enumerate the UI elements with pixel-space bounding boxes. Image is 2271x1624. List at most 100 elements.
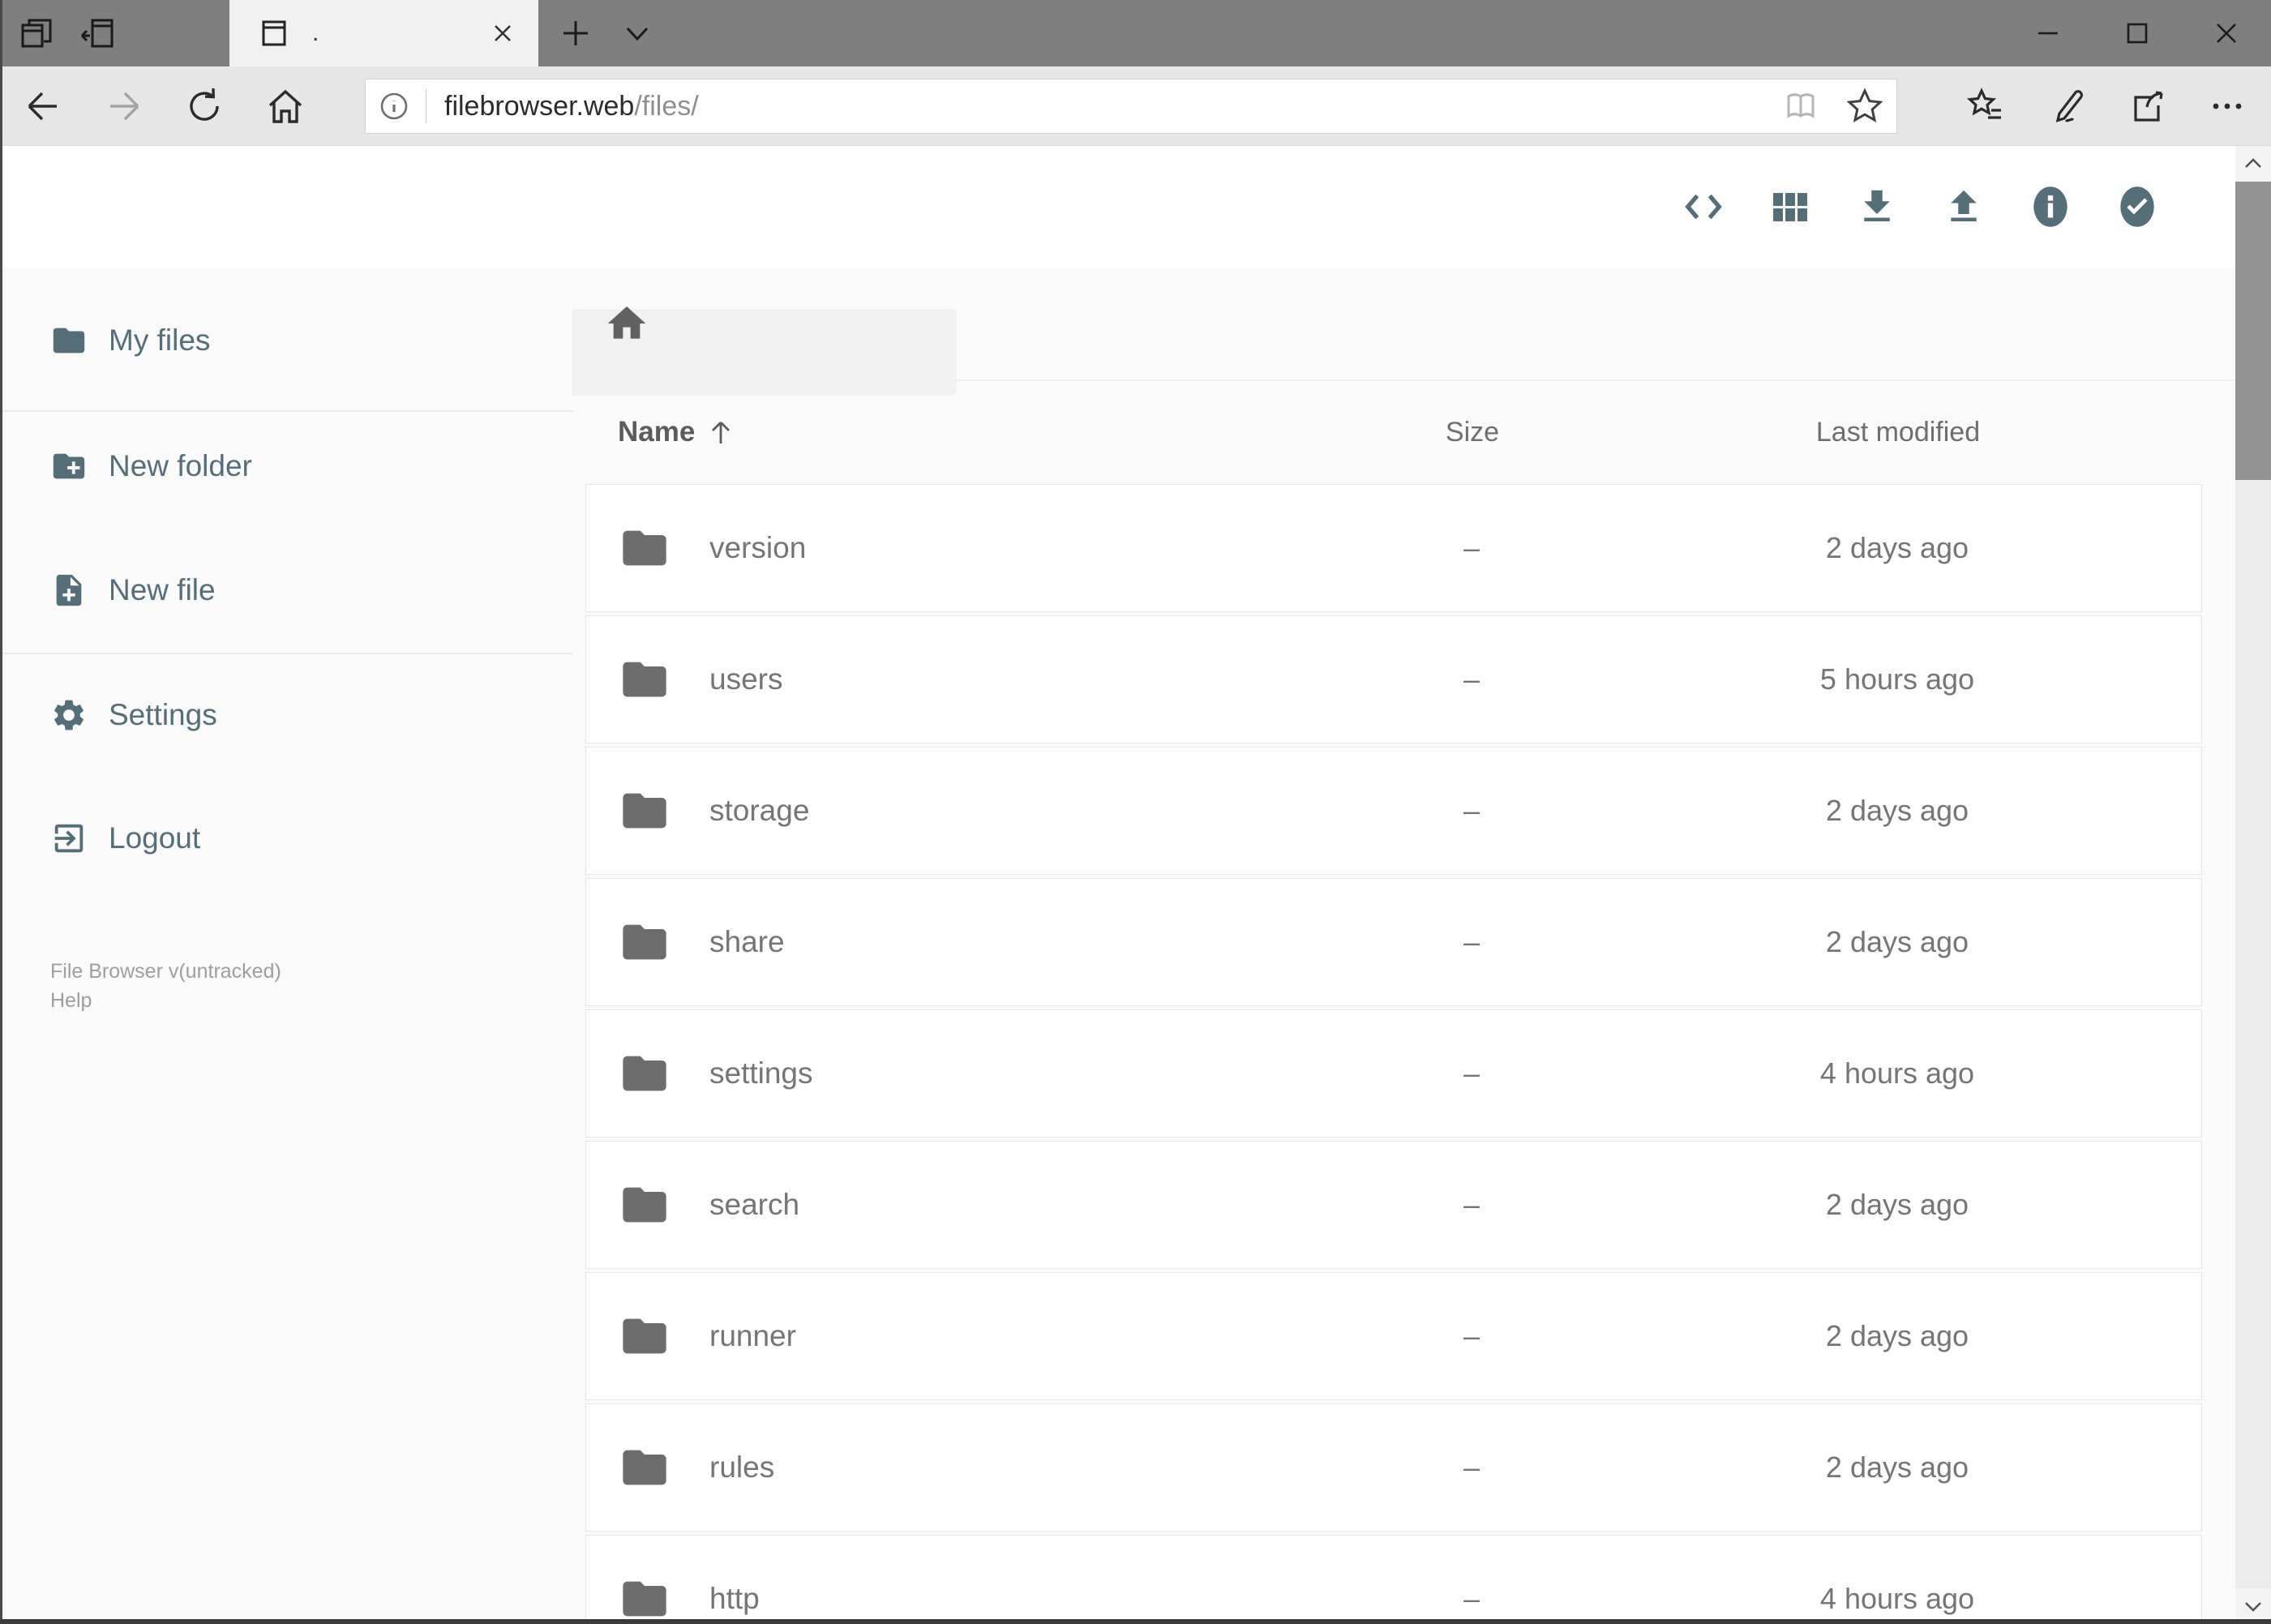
file-name: users bbox=[709, 662, 783, 696]
file-modified: 2 days ago bbox=[1825, 794, 1969, 827]
file-modified: 2 days ago bbox=[1825, 531, 1969, 564]
ellipsis-icon bbox=[2213, 103, 2242, 109]
window-frame-left-border bbox=[0, 0, 2, 1624]
url-bar[interactable]: filebrowser.web/files/ bbox=[365, 79, 1897, 134]
download-button[interactable] bbox=[1855, 185, 1899, 229]
info-button[interactable] bbox=[2029, 185, 2072, 229]
web-note-button[interactable] bbox=[2041, 80, 2093, 132]
file-name: rules bbox=[709, 1450, 775, 1484]
tab-preview-button[interactable] bbox=[12, 9, 61, 58]
reading-view-icon[interactable] bbox=[1781, 87, 1820, 126]
scroll-up-button[interactable] bbox=[2235, 146, 2271, 182]
file-modified: 4 hours ago bbox=[1819, 1582, 1975, 1615]
upload-button[interactable] bbox=[1942, 185, 1986, 229]
file-size: – bbox=[1463, 1319, 1480, 1352]
minimize-icon bbox=[2038, 32, 2058, 35]
more-options-button[interactable] bbox=[2201, 80, 2253, 132]
folder-icon bbox=[623, 1056, 666, 1091]
file-size: – bbox=[1463, 925, 1480, 958]
file-row-rules[interactable]: rules – 2 days ago bbox=[585, 1403, 2202, 1532]
file-size: – bbox=[1463, 1056, 1480, 1090]
file-rows: version – 2 days ago users – 5 hours ago… bbox=[585, 484, 2202, 1620]
page-favicon-icon bbox=[259, 18, 289, 49]
close-window-button[interactable] bbox=[2182, 0, 2271, 66]
sidebar-item-label: Logout bbox=[109, 821, 201, 855]
page-info-icon[interactable] bbox=[377, 89, 411, 123]
tab-preview-icon bbox=[18, 15, 55, 52]
add-favorite-star-icon[interactable] bbox=[1845, 86, 1885, 126]
file-modified: 2 days ago bbox=[1825, 1450, 1969, 1484]
listing-column-headers: Name Size Last modified bbox=[585, 383, 2202, 482]
help-link[interactable]: Help bbox=[50, 986, 572, 1015]
sidebar-divider bbox=[0, 410, 572, 412]
file-row-storage[interactable]: storage – 2 days ago bbox=[585, 747, 2202, 875]
sidebar-item-new-folder[interactable]: New folder bbox=[0, 418, 572, 515]
home-icon bbox=[268, 89, 302, 123]
tab-list-dropdown-button[interactable] bbox=[613, 9, 662, 58]
page-scrollbar[interactable] bbox=[2235, 146, 2271, 1624]
folder-icon bbox=[623, 924, 666, 960]
file-size: – bbox=[1463, 1582, 1480, 1615]
folder-icon bbox=[623, 1318, 666, 1354]
file-name: storage bbox=[709, 794, 810, 827]
forward-icon bbox=[110, 92, 139, 121]
share-icon bbox=[2134, 91, 2163, 122]
file-row-runner[interactable]: runner – 2 days ago bbox=[585, 1272, 2202, 1400]
file-row-version[interactable]: version – 2 days ago bbox=[585, 484, 2202, 612]
chevron-down-icon bbox=[626, 27, 649, 41]
folder-icon bbox=[623, 1187, 666, 1223]
sidebar-item-label: New file bbox=[109, 573, 216, 606]
url-host: filebrowser.web bbox=[444, 90, 635, 122]
grid-view-button[interactable] bbox=[1768, 185, 1812, 229]
upload-icon bbox=[1951, 190, 1977, 221]
code-view-button[interactable] bbox=[1682, 185, 1725, 229]
set-tabs-aside-button[interactable] bbox=[74, 9, 122, 58]
file-row-users[interactable]: users – 5 hours ago bbox=[585, 615, 2202, 743]
sidebar-footer: File Browser v(untracked) Help bbox=[50, 957, 572, 1015]
column-header-modified[interactable]: Last modified bbox=[1651, 417, 2145, 448]
sidebar-item-settings[interactable]: Settings bbox=[0, 666, 572, 764]
file-modified: 2 days ago bbox=[1825, 925, 1969, 958]
gear-icon bbox=[54, 700, 84, 731]
sidebar-item-new-file[interactable]: New file bbox=[0, 542, 572, 639]
refresh-icon bbox=[190, 88, 219, 121]
active-tab[interactable]: . bbox=[229, 0, 538, 66]
forward-button[interactable] bbox=[99, 80, 151, 132]
column-header-name[interactable]: Name bbox=[618, 416, 1294, 448]
refresh-button[interactable] bbox=[178, 80, 230, 132]
select-multiple-button[interactable] bbox=[2115, 185, 2159, 229]
hub-favorites-button[interactable] bbox=[1960, 80, 2012, 132]
url-text[interactable]: filebrowser.web/files/ bbox=[444, 91, 1781, 122]
browser-tab-bar: . bbox=[0, 0, 2271, 66]
sidebar-item-logout[interactable]: Logout bbox=[0, 790, 572, 887]
new-tab-button[interactable] bbox=[551, 9, 600, 58]
hub-favorites-icon bbox=[1966, 88, 2001, 119]
folder-icon bbox=[623, 530, 666, 566]
download-icon bbox=[1864, 190, 1890, 221]
info-circle-icon bbox=[2033, 186, 2067, 227]
breadcrumb-home-icon[interactable] bbox=[604, 301, 649, 346]
file-modified: 5 hours ago bbox=[1819, 662, 1975, 696]
scrollbar-thumb[interactable] bbox=[2235, 182, 2271, 480]
file-name: version bbox=[709, 531, 807, 564]
folder-icon bbox=[623, 1450, 666, 1485]
close-tab-icon[interactable] bbox=[485, 15, 521, 51]
maximize-button[interactable] bbox=[2093, 0, 2182, 66]
file-row-search[interactable]: search – 2 days ago bbox=[585, 1141, 2202, 1269]
file-row-http[interactable]: http – 4 hours ago bbox=[585, 1535, 2202, 1620]
browser-window: . filebrowser.web/files/ Search... My fi… bbox=[0, 0, 2271, 1624]
maximize-icon bbox=[2127, 23, 2148, 44]
column-header-size[interactable]: Size bbox=[1294, 417, 1651, 448]
file-row-settings[interactable]: settings – 4 hours ago bbox=[585, 1009, 2202, 1138]
minimize-button[interactable] bbox=[2003, 0, 2093, 66]
sidebar-item-my-files[interactable]: My files bbox=[0, 292, 572, 389]
sidebar-item-label: Settings bbox=[109, 698, 217, 731]
share-button[interactable] bbox=[2122, 80, 2174, 132]
sidebar: My files New folder New file Settings Lo… bbox=[0, 268, 572, 1624]
back-icon bbox=[28, 92, 57, 121]
set-tabs-aside-icon bbox=[79, 15, 117, 52]
back-button[interactable] bbox=[16, 80, 68, 132]
breadcrumb bbox=[572, 268, 2235, 381]
home-button[interactable] bbox=[259, 80, 311, 132]
file-row-share[interactable]: share – 2 days ago bbox=[585, 878, 2202, 1006]
